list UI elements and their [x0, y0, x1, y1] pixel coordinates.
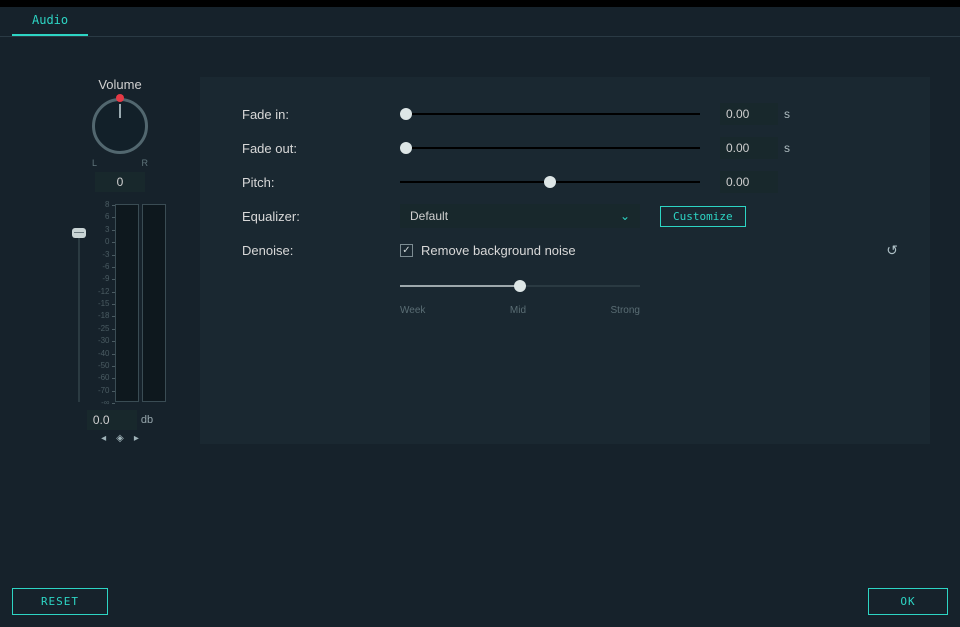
scale-tick: -30 — [98, 337, 110, 345]
dial-indicator-icon — [119, 104, 121, 118]
pan-dial[interactable] — [92, 98, 148, 154]
denoise-mark-mid: Mid — [510, 305, 526, 316]
denoise-mark-strong: Strong — [611, 305, 640, 316]
pan-right-label: R — [142, 158, 149, 168]
scale-tick: -18 — [98, 312, 110, 320]
reset-button[interactable]: RESET — [12, 588, 108, 615]
volume-section: Volume L R 8 6 3 0 -3 -6 -9 -12 -15 -18 -25 -30 -40 -… — [60, 77, 180, 444]
scale-tick: -60 — [98, 374, 110, 382]
pan-value-input[interactable] — [95, 172, 145, 192]
equalizer-label: Equalizer: — [242, 209, 400, 224]
scale-tick: 6 — [105, 213, 109, 221]
checkbox-icon: ✓ — [400, 244, 413, 257]
tab-audio[interactable]: Audio — [12, 7, 88, 36]
chevron-down-icon: ⌄ — [620, 209, 630, 223]
db-unit: db — [141, 414, 153, 426]
fade-out-slider[interactable] — [400, 141, 700, 155]
fade-out-input[interactable] — [720, 137, 778, 159]
db-value-input[interactable] — [87, 410, 137, 430]
pitch-label: Pitch: — [242, 175, 400, 190]
volume-slider-handle[interactable] — [72, 228, 86, 238]
keyframe-prev-icon[interactable]: ◂ — [101, 433, 106, 444]
scale-tick: -12 — [98, 288, 110, 296]
meter-scale: 8630-3-6-9-12-15-18-25-30-40-50-60-70-∞ — [86, 204, 112, 402]
equalizer-selected: Default — [410, 209, 448, 223]
ok-button[interactable]: OK — [868, 588, 948, 615]
volume-title: Volume — [60, 77, 180, 92]
scale-tick: -6 — [102, 263, 109, 271]
fade-in-slider[interactable] — [400, 107, 700, 121]
keyframe-add-icon[interactable]: ◈ — [116, 433, 124, 444]
denoise-slider[interactable] — [400, 279, 640, 293]
keyframe-next-icon[interactable]: ▸ — [134, 433, 139, 444]
scale-tick: -25 — [98, 325, 110, 333]
scale-tick: 3 — [105, 226, 109, 234]
denoise-mark-weak: Week — [400, 305, 425, 316]
volume-meters: 8630-3-6-9-12-15-18-25-30-40-50-60-70-∞ — [60, 204, 180, 402]
fade-in-input[interactable] — [720, 103, 778, 125]
fade-out-label: Fade out: — [242, 141, 400, 156]
meter-bar-right — [142, 204, 166, 402]
denoise-checkbox[interactable]: ✓ Remove background noise — [400, 243, 576, 258]
reset-icon[interactable]: ↺ — [886, 242, 898, 259]
equalizer-select[interactable]: Default ⌄ — [400, 204, 640, 228]
scale-tick: -40 — [98, 350, 110, 358]
scale-tick: 8 — [105, 201, 109, 209]
denoise-label: Denoise: — [242, 243, 400, 258]
fade-out-unit: s — [784, 141, 790, 155]
scale-tick: -3 — [102, 251, 109, 259]
customize-button[interactable]: Customize — [660, 206, 746, 227]
dial-dot-icon — [116, 94, 124, 102]
fade-in-label: Fade in: — [242, 107, 400, 122]
meter-bar-left — [115, 204, 139, 402]
denoise-checkbox-label: Remove background noise — [421, 243, 576, 258]
scale-tick: -∞ — [101, 399, 109, 407]
settings-panel: Fade in: s Fade out: s Pitch: — [200, 77, 930, 444]
scale-tick: -50 — [98, 362, 110, 370]
pan-left-label: L — [92, 158, 97, 168]
pitch-input[interactable] — [720, 171, 778, 193]
scale-tick: -70 — [98, 387, 110, 395]
scale-tick: -9 — [102, 275, 109, 283]
fade-in-unit: s — [784, 107, 790, 121]
scale-tick: 0 — [105, 238, 109, 246]
scale-tick: -15 — [98, 300, 110, 308]
pitch-slider[interactable] — [400, 175, 700, 189]
